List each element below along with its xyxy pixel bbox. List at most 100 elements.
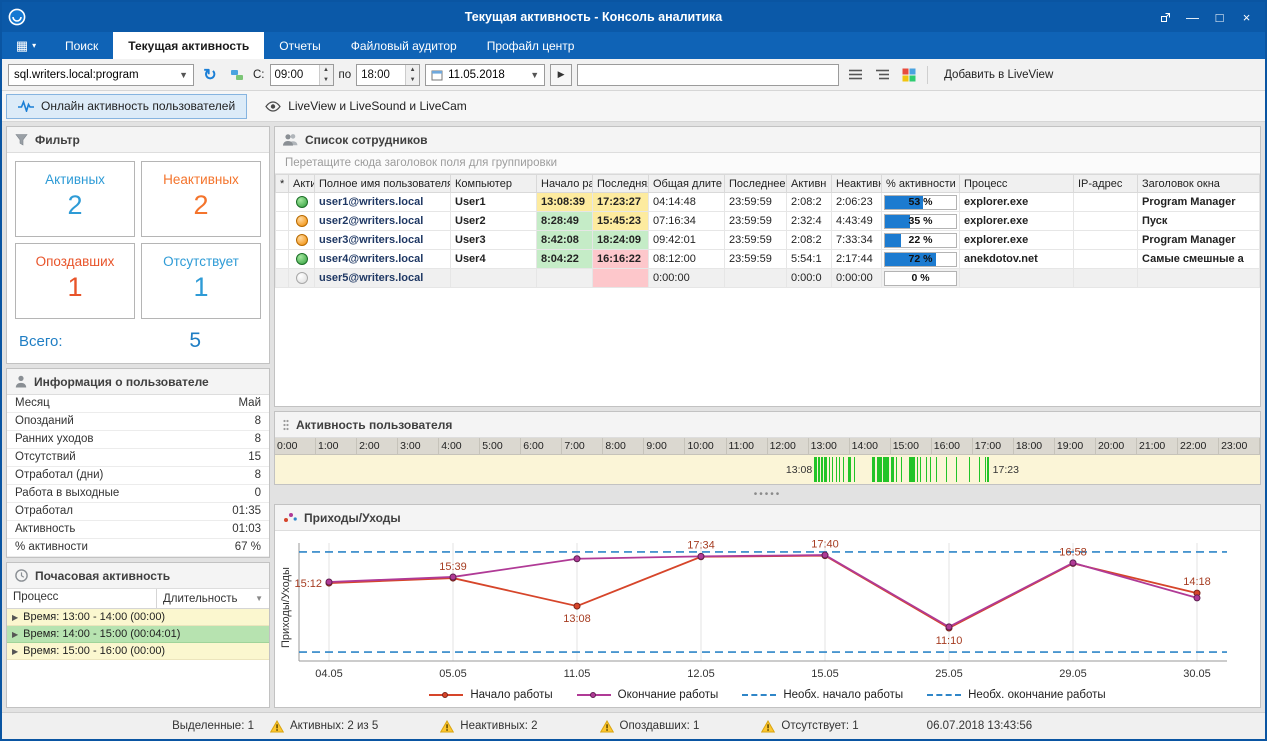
svg-text:11:10: 11:10 xyxy=(936,635,963,647)
activity-segment xyxy=(969,457,970,482)
table-row[interactable]: user4@writers.localUser48:04:2216:16:220… xyxy=(276,250,1260,269)
refresh-icon[interactable]: ↻ xyxy=(199,64,221,86)
expand-icon[interactable]: ▶ xyxy=(12,630,18,639)
step-up-icon[interactable]: ▲ xyxy=(406,65,419,75)
info-value: 01:35 xyxy=(198,503,269,521)
total-label: Всего: xyxy=(19,333,63,350)
activity-progressbar: 35 % xyxy=(884,214,957,229)
column-header[interactable]: % активности xyxy=(882,175,960,193)
activity-segment xyxy=(946,457,947,482)
stat-box[interactable]: Активных2 xyxy=(15,161,135,237)
column-header[interactable]: IP-адрес xyxy=(1074,175,1138,193)
minimize-icon[interactable]: — xyxy=(1180,7,1205,27)
sessions-icon[interactable] xyxy=(226,64,248,86)
expand-icon[interactable]: ▶ xyxy=(12,647,18,656)
column-header[interactable]: Актив xyxy=(289,175,315,193)
column-header-process[interactable]: Процесс xyxy=(7,589,157,608)
colors-icon[interactable] xyxy=(898,64,920,86)
employees-tbody: user1@writers.localUser113:08:3917:23:27… xyxy=(276,193,1260,288)
table-row[interactable]: user1@writers.localUser113:08:3917:23:27… xyxy=(276,193,1260,212)
table-row[interactable]: user2@writers.localUser28:28:4915:45:230… xyxy=(276,212,1260,231)
hour-label: 23:00 xyxy=(1219,438,1260,454)
column-header[interactable]: Активн xyxy=(787,175,832,193)
menu-tab[interactable]: Текущая активность xyxy=(113,32,264,59)
toolbar-separator xyxy=(927,66,928,84)
add-liveview-button[interactable]: Добавить в LiveView xyxy=(935,63,1062,87)
column-header[interactable]: * xyxy=(276,175,289,193)
column-header[interactable]: Последняя xyxy=(593,175,649,193)
close-icon[interactable]: × xyxy=(1234,7,1259,27)
timeline-band[interactable]: 13:0817:23 xyxy=(275,455,1260,484)
menu-tab[interactable]: Профайл центр xyxy=(472,32,590,59)
stat-box[interactable]: Неактивных2 xyxy=(141,161,261,237)
table-row[interactable]: user5@writers.local0:00:000:00:00:00:000… xyxy=(276,269,1260,288)
arrivals-panel-header: Приходы/Уходы xyxy=(275,505,1260,531)
menu-tab[interactable]: Файловый аудитор xyxy=(336,32,472,59)
expand-icon[interactable]: ▶ xyxy=(12,613,18,622)
status-orange-icon xyxy=(296,234,308,246)
activity-segment xyxy=(829,457,830,482)
menu-tab[interactable]: Отчеты xyxy=(264,32,335,59)
svg-text:30.05: 30.05 xyxy=(1183,668,1211,680)
hourly-row[interactable]: ▶Время: 13:00 - 14:00 (00:00) xyxy=(7,609,269,626)
column-header[interactable]: Полное имя пользователя xyxy=(315,175,451,193)
menu-tabs: ПоискТекущая активностьОтчетыФайловый ау… xyxy=(50,32,589,59)
time-to-input[interactable] xyxy=(357,65,405,85)
stat-box[interactable]: Отсутствует1 xyxy=(141,243,261,319)
table-row[interactable]: user3@writers.localUser38:42:0818:24:090… xyxy=(276,231,1260,250)
app-logo-icon xyxy=(8,7,28,27)
column-header[interactable]: Заголовок окна xyxy=(1138,175,1260,193)
date-picker[interactable]: 11.05.2018 ▼ xyxy=(425,64,545,86)
hourly-row-label: Время: 14:00 - 15:00 (00:04:01) xyxy=(23,628,180,640)
status-item-text: Активных: 2 из 5 xyxy=(290,720,378,732)
tab-online-activity[interactable]: Онлайн активность пользователей xyxy=(6,94,247,119)
stepper-arrows: ▲▼ xyxy=(405,65,419,85)
group-by-hint[interactable]: Перетащите сюда заголовок поля для групп… xyxy=(275,153,1260,174)
maximize-icon[interactable]: □ xyxy=(1207,7,1232,27)
stat-box[interactable]: Опоздавших1 xyxy=(15,243,135,319)
activity-segment xyxy=(877,457,882,482)
tab-liveview[interactable]: LiveView и LiveSound и LiveCam xyxy=(253,94,479,119)
date-value: 11.05.2018 xyxy=(448,69,525,81)
process-name: explorer.exe xyxy=(960,193,1074,212)
popout-icon[interactable] xyxy=(1153,7,1178,27)
group-view-icon[interactable] xyxy=(871,64,893,86)
horizontal-splitter[interactable]: ••••• xyxy=(274,489,1261,500)
main-menu-button[interactable]: ▦ ▾ xyxy=(2,32,50,59)
time-from-stepper[interactable]: ▲▼ xyxy=(270,64,334,86)
column-header[interactable]: Начало раб xyxy=(537,175,593,193)
svg-text:25.05: 25.05 xyxy=(935,668,963,680)
hour-label: 16:00 xyxy=(932,438,973,454)
column-header[interactable]: Последнее в xyxy=(725,175,787,193)
drag-handle-icon[interactable] xyxy=(283,419,289,431)
hourly-row[interactable]: ▶Время: 15:00 - 16:00 (00:00) xyxy=(7,643,269,660)
ip-address xyxy=(1074,250,1138,269)
sort-arrow-icon[interactable]: ▼ xyxy=(255,594,263,603)
clock-icon xyxy=(15,569,28,582)
column-header[interactable]: Процесс xyxy=(960,175,1074,193)
column-header[interactable]: Общая длите xyxy=(649,175,725,193)
column-header-duration[interactable]: Длительность ▼ xyxy=(157,589,269,608)
info-row: Отработал (дни)8 xyxy=(7,467,269,485)
activity-segment xyxy=(839,457,840,482)
arrivals-departures-icon xyxy=(283,511,297,524)
step-up-icon[interactable]: ▲ xyxy=(320,65,333,75)
row-indicator xyxy=(276,231,289,250)
time-from-input[interactable] xyxy=(271,65,319,85)
profile-select[interactable]: sql.writers.local:program ▼ xyxy=(8,64,194,86)
next-day-button[interactable]: ▶ xyxy=(550,64,572,86)
stat-value: 2 xyxy=(142,190,260,221)
hourly-row[interactable]: ▶ Время: 14:00 - 15:00 (00:04:01) xyxy=(7,626,269,643)
chart-area: 15:1215:3913:0817:3417:4011:1016:5814:18… xyxy=(295,533,1258,683)
step-down-icon[interactable]: ▼ xyxy=(406,75,419,85)
menu-tab[interactable]: Поиск xyxy=(50,32,113,59)
time-to-stepper[interactable]: ▲▼ xyxy=(356,64,420,86)
calendar-icon xyxy=(431,69,443,81)
search-input[interactable] xyxy=(577,64,839,86)
info-label: Месяц xyxy=(7,395,198,413)
column-header[interactable]: Неактивн xyxy=(832,175,882,193)
list-view-icon[interactable] xyxy=(844,64,866,86)
column-header[interactable]: Компьютер xyxy=(451,175,537,193)
active-duration: 5:54:1 xyxy=(787,250,832,269)
step-down-icon[interactable]: ▼ xyxy=(320,75,333,85)
